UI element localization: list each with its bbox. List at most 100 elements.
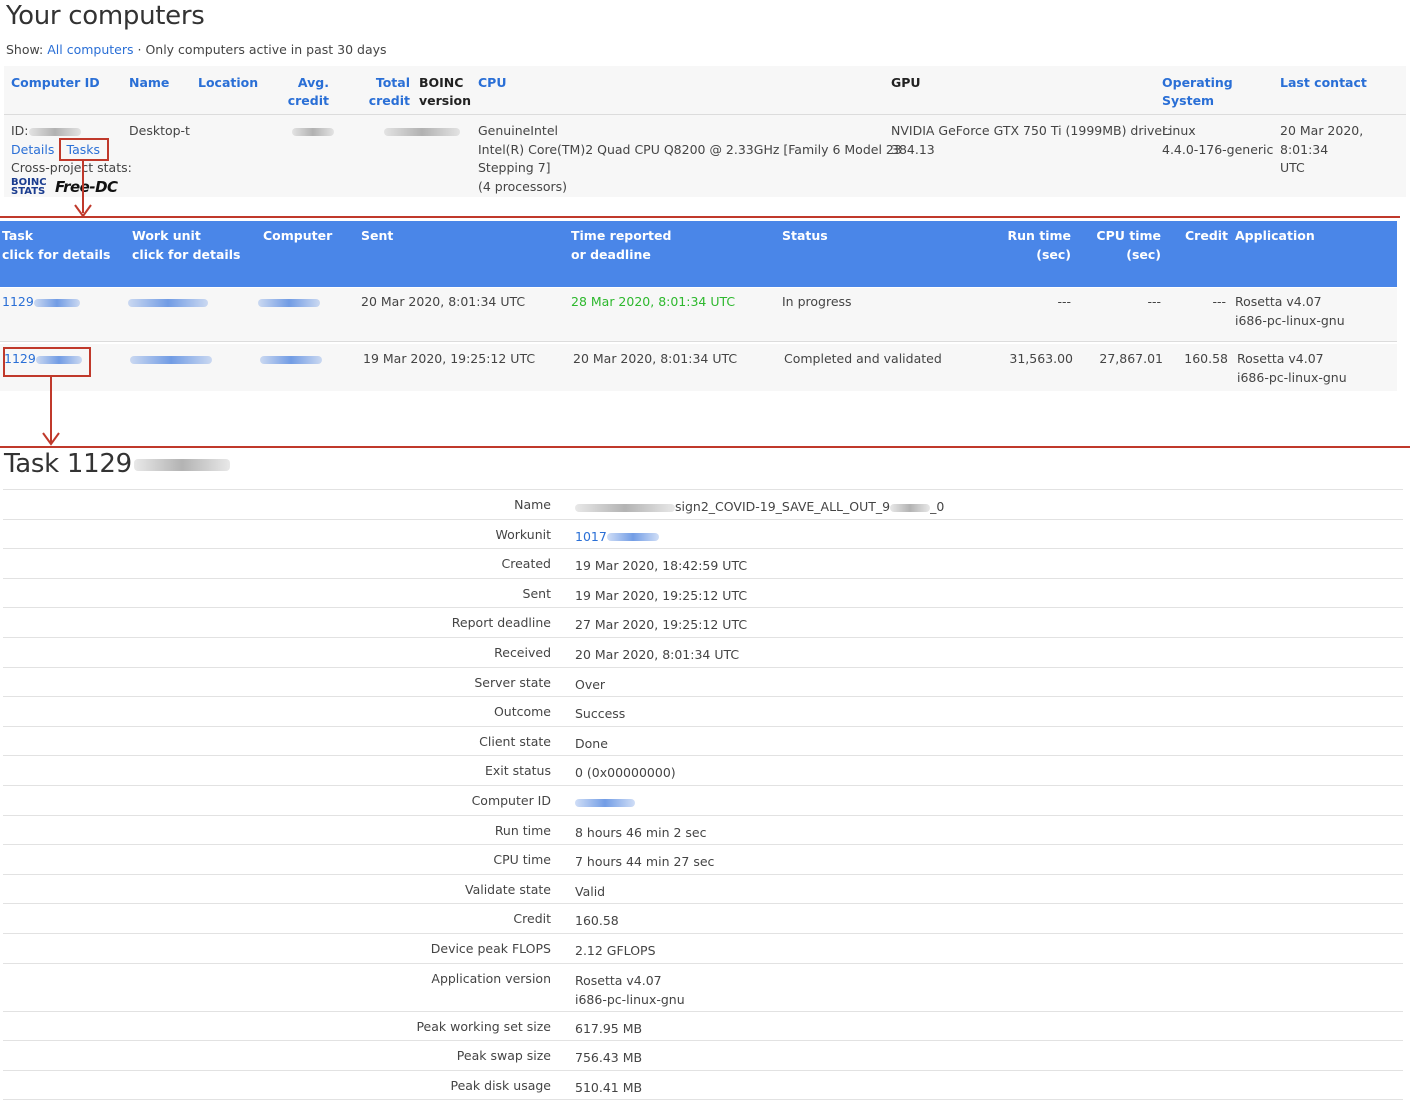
col-reported-line2: or deadline	[571, 247, 651, 262]
gpu-info: NVIDIA GeForce GTX 750 Ti (1999MB) drive…	[891, 122, 1171, 159]
col-task[interactable]: Task click for details	[2, 226, 110, 264]
col-reported-line1: Time reported	[571, 228, 672, 243]
all-computers-link[interactable]: All computers	[47, 42, 133, 57]
details-link[interactable]: Details	[11, 142, 54, 157]
col-workunit-line2: click for details	[132, 247, 241, 262]
os-name: Linux	[1162, 123, 1196, 138]
task-id-text[interactable]: 1129	[2, 294, 34, 309]
sent-time: 20 Mar 2020, 8:01:34 UTC	[361, 294, 526, 309]
col-boinc-version-line2: version	[419, 93, 472, 108]
redacted-workunit-id	[606, 533, 659, 542]
col-os-line1: Operating	[1162, 75, 1233, 90]
workunit-link[interactable]	[130, 350, 212, 369]
col-avg-credit[interactable]: Avg. credit	[284, 74, 329, 110]
cpu-time: 27,867.01	[1099, 351, 1163, 366]
detail-value: 20 Mar 2020, 8:01:34 UTC	[575, 646, 740, 662]
task-detail-title: Task 1129	[4, 449, 230, 479]
col-run-time-line2: (sec)	[1036, 247, 1071, 262]
col-boinc-version-line1: BOINC	[419, 75, 464, 90]
app-platform: i686-pc-linux-gnu	[1235, 312, 1345, 328]
col-workunit[interactable]: Work unit click for details	[132, 226, 240, 264]
col-gpu: GPU	[891, 75, 921, 90]
detail-value: Over	[575, 676, 606, 692]
avg-credit-value	[292, 122, 334, 141]
last-contact-value: 20 Mar 2020, 8:01:34 UTC	[1280, 122, 1406, 178]
detail-row-application-version: Application version Rosetta v4.07 i686-p…	[3, 964, 1403, 1012]
col-total-credit-line2: credit	[368, 93, 410, 108]
redacted-total-credit	[384, 127, 460, 136]
detail-label: Client state	[479, 733, 551, 749]
redacted-id	[28, 127, 81, 136]
gpu-driver: 384.13	[891, 141, 935, 157]
col-computer-id[interactable]: Computer ID	[11, 74, 100, 92]
show-separator: ·	[133, 42, 146, 57]
sent-time: 19 Mar 2020, 19:25:12 UTC	[363, 351, 536, 366]
col-name[interactable]: Name	[129, 74, 169, 92]
detail-row-peak-working-set: Peak working set size 617.95 MB	[3, 1012, 1403, 1042]
redacted-workunit	[128, 298, 208, 307]
col-computer: Computer	[263, 228, 333, 243]
computers-table: Computer ID Name Location Avg. credit To…	[4, 66, 1406, 197]
detail-row-run-time: Run time 8 hours 46 min 2 sec	[3, 816, 1403, 846]
detail-row-cpu-time: CPU time 7 hours 44 min 27 sec	[3, 845, 1403, 875]
detail-label: Validate state	[464, 881, 551, 897]
col-cpu-time: CPU time (sec)	[1080, 226, 1161, 264]
redacted-task-id	[33, 298, 80, 307]
col-cpu[interactable]: CPU	[478, 74, 507, 92]
os-info: Linux 4.4.0-176-generic	[1162, 122, 1273, 159]
cpu-processors: (4 processors)	[478, 178, 568, 194]
detail-row-sent: Sent 19 Mar 2020, 19:25:12 UTC	[3, 579, 1403, 609]
redacted-task-number	[133, 458, 230, 471]
col-operating-system[interactable]: Operating System	[1162, 74, 1233, 110]
redacted-computer-id	[575, 799, 635, 808]
detail-label: Outcome	[493, 704, 551, 720]
computer-link[interactable]	[260, 350, 322, 369]
detail-row-validate-state: Validate state Valid	[3, 875, 1403, 905]
section-divider-1	[0, 216, 1400, 218]
task-status: In progress	[782, 294, 852, 309]
detail-value: 8 hours 46 min 2 sec	[575, 824, 707, 840]
detail-row-received: Received 20 Mar 2020, 8:01:34 UTC	[3, 638, 1403, 668]
detail-label: Peak disk usage	[450, 1077, 551, 1093]
arrow-head-2-icon	[42, 432, 60, 446]
os-version: 4.4.0-176-generic	[1162, 141, 1274, 157]
deadline-time: 28 Mar 2020, 8:01:34 UTC	[571, 294, 736, 309]
col-total-credit-line1: Total	[375, 75, 410, 90]
detail-label: Workunit	[495, 526, 552, 542]
detail-value: 19 Mar 2020, 18:42:59 UTC	[575, 558, 748, 574]
detail-row-peak-disk: Peak disk usage 510.41 MB	[3, 1071, 1403, 1101]
detail-label: Computer ID	[471, 792, 551, 808]
detail-label: Credit	[513, 911, 551, 927]
detail-label: Report deadline	[451, 615, 551, 631]
app-platform: i686-pc-linux-gnu	[1237, 369, 1347, 385]
workunit-link[interactable]: 1017	[575, 527, 659, 546]
detail-value: 19 Mar 2020, 19:25:12 UTC	[575, 587, 748, 603]
detail-label: Run time	[494, 822, 551, 838]
col-location[interactable]: Location	[198, 74, 258, 92]
application[interactable]: Rosetta v4.07 i686-pc-linux-gnu	[1235, 293, 1345, 330]
application[interactable]: Rosetta v4.07 i686-pc-linux-gnu	[1237, 350, 1347, 387]
detail-value: sign2_COVID-19_SAVE_ALL_OUT_9 _0	[575, 497, 944, 516]
task-id-link[interactable]: 1129	[2, 293, 80, 312]
credit: 160.58	[1184, 351, 1228, 366]
computer-name: Desktop-t	[129, 123, 190, 138]
run-time: 31,563.00	[1009, 351, 1073, 366]
reported-time: 20 Mar 2020, 8:01:34 UTC	[573, 351, 738, 366]
computer-link[interactable]	[258, 293, 320, 312]
col-last-contact[interactable]: Last contact	[1280, 74, 1367, 92]
detail-row-credit: Credit 160.58	[3, 904, 1403, 934]
computer-id-link[interactable]	[575, 793, 635, 812]
col-cpu-time-line2: (sec)	[1126, 247, 1161, 262]
col-status: Status	[782, 228, 828, 243]
detail-row-created: Created 19 Mar 2020, 18:42:59 UTC	[3, 549, 1403, 579]
detail-value: 160.58	[575, 913, 619, 929]
col-total-credit[interactable]: Total credit	[362, 74, 410, 110]
workunit-value[interactable]: 1017	[575, 529, 607, 544]
run-time: ---	[1057, 294, 1071, 309]
name-value-suffix: _0	[930, 499, 945, 514]
freedc-logo[interactable]: Free-DC	[55, 178, 118, 196]
detail-label: Server state	[474, 674, 551, 690]
workunit-link[interactable]	[128, 293, 208, 312]
detail-value: 27 Mar 2020, 19:25:12 UTC	[575, 617, 748, 633]
boincstats-logo[interactable]: BOINC STATS	[11, 178, 49, 197]
